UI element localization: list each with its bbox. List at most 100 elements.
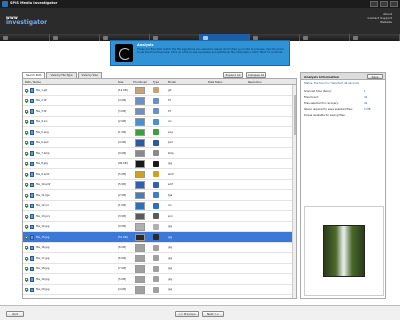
col-date[interactable]: Date Taken bbox=[208, 81, 222, 84]
file-size: [3 KB] bbox=[118, 109, 126, 113]
row-checkbox[interactable] bbox=[25, 204, 28, 207]
table-row[interactable]: file_11.tga [2 KB] tga bbox=[23, 190, 296, 201]
file-name: file_10.emf bbox=[36, 183, 51, 186]
app-icon bbox=[2, 1, 8, 7]
row-checkbox[interactable] bbox=[25, 256, 28, 260]
row-checkbox[interactable] bbox=[25, 193, 28, 197]
file-type-icon bbox=[153, 265, 159, 272]
file-type-icon bbox=[153, 286, 159, 293]
step-icon bbox=[103, 35, 108, 40]
table-row[interactable]: file_15.jpg [51 KB] jpg bbox=[23, 232, 296, 243]
table-row[interactable]: file_7.bmp [9 KB] bmp bbox=[23, 148, 296, 159]
row-checkbox[interactable] bbox=[25, 214, 28, 218]
website-link[interactable]: Website bbox=[368, 20, 392, 24]
close-button[interactable] bbox=[390, 1, 398, 7]
file-type: gif bbox=[168, 88, 172, 92]
step-icon bbox=[153, 35, 158, 40]
file-icon bbox=[30, 214, 34, 219]
col-model[interactable]: Model bbox=[168, 81, 176, 84]
row-checkbox[interactable] bbox=[25, 183, 28, 186]
thumbnail bbox=[135, 149, 145, 157]
row-checkbox[interactable] bbox=[25, 120, 28, 123]
row-checkbox[interactable] bbox=[25, 162, 28, 165]
row-checkbox[interactable] bbox=[25, 225, 28, 228]
table-row[interactable]: file_1.gif [12 KB] gif bbox=[23, 85, 296, 96]
file-type: tif bbox=[168, 99, 171, 102]
table-row[interactable]: file_3.tif [3 KB] tif bbox=[23, 106, 296, 117]
row-checkbox[interactable] bbox=[25, 246, 28, 249]
col-type[interactable]: Type bbox=[153, 81, 159, 84]
table-row[interactable]: file_19.jpg [5 KB] jpg bbox=[23, 274, 296, 285]
row-checkbox[interactable] bbox=[25, 235, 28, 239]
table-row[interactable]: file_14.jpg [9 KB] jpg bbox=[23, 222, 296, 232]
row-checkbox[interactable] bbox=[25, 130, 28, 134]
file-type-icon bbox=[153, 255, 159, 261]
col-size[interactable]: Size bbox=[118, 81, 123, 84]
file-size: [5 KB] bbox=[118, 183, 126, 186]
table-row[interactable]: file_12.ico [1 KB] ico bbox=[23, 201, 296, 211]
file-name: file_17.jpg bbox=[36, 256, 50, 260]
col-name[interactable]: Path / Name bbox=[25, 81, 41, 84]
table-row[interactable]: file_13.pcx [3 KB] pcx bbox=[23, 211, 296, 222]
file-icon bbox=[30, 172, 34, 177]
step-8[interactable] bbox=[350, 34, 400, 41]
row-checkbox[interactable] bbox=[25, 172, 28, 176]
file-name: file_12.ico bbox=[36, 204, 50, 207]
table-row[interactable]: file_8.jpg [96 KB] jpg bbox=[23, 159, 296, 169]
row-checkbox[interactable] bbox=[25, 109, 28, 113]
step-1[interactable] bbox=[0, 34, 50, 41]
table-row[interactable]: file_20.jpg [4 KB] jpg bbox=[23, 285, 296, 295]
file-icon bbox=[30, 266, 34, 271]
file-name: file_15.jpg bbox=[36, 235, 50, 239]
file-type: jpg bbox=[168, 235, 173, 239]
thumbnail bbox=[135, 97, 145, 105]
file-name: file_7.bmp bbox=[36, 151, 50, 155]
row-checkbox[interactable] bbox=[25, 277, 28, 281]
table-row[interactable]: file_18.jpg [7 KB] jpg bbox=[23, 264, 296, 274]
maximize-button[interactable] bbox=[380, 1, 388, 7]
table-body: file_1.gif [12 KB] gif file_2.tif [4 KB] tif f… bbox=[23, 85, 296, 295]
file-icon bbox=[30, 256, 34, 261]
file-type-icon bbox=[153, 129, 159, 135]
table-row[interactable]: file_5.png [1 KB] png bbox=[23, 127, 296, 138]
table-row[interactable]: file_6.psd [4 KB] psd bbox=[23, 138, 296, 148]
file-size: [3 KB] bbox=[118, 214, 126, 218]
table-row[interactable]: file_9.wmf [5 KB] wmf bbox=[23, 169, 296, 180]
table-row[interactable]: file_17.jpg [6 KB] jpg bbox=[23, 253, 296, 264]
table-row[interactable]: file_10.emf [5 KB] emf bbox=[23, 180, 296, 190]
file-icon bbox=[30, 151, 34, 156]
file-icon bbox=[30, 98, 34, 103]
file-icon bbox=[30, 182, 34, 187]
row-checkbox[interactable] bbox=[25, 99, 28, 102]
col-thumbnail[interactable]: Thumbnail bbox=[133, 81, 147, 84]
file-size: [9 KB] bbox=[118, 151, 126, 155]
row-checkbox[interactable] bbox=[25, 88, 28, 92]
file-type: ico bbox=[168, 120, 172, 123]
next-button[interactable]: Next >> bbox=[202, 311, 224, 317]
app-header: www investigator About Contact Support W… bbox=[0, 8, 400, 34]
scroll-thumb[interactable] bbox=[293, 95, 296, 135]
previous-button[interactable]: << Previous bbox=[175, 311, 199, 317]
step-2[interactable] bbox=[50, 34, 100, 41]
file-type-icon bbox=[153, 171, 159, 177]
table-scrollbar[interactable] bbox=[292, 85, 296, 298]
thumbnail bbox=[135, 107, 145, 115]
row-checkbox[interactable] bbox=[25, 151, 28, 155]
thumbnail bbox=[135, 118, 145, 126]
quit-button[interactable]: Quit bbox=[6, 311, 24, 317]
file-name: file_2.tif bbox=[36, 99, 47, 102]
col-resolution[interactable]: Resolution bbox=[248, 81, 262, 84]
row-checkbox[interactable] bbox=[25, 267, 28, 270]
table-row[interactable]: file_16.jpg [8 KB] jpg bbox=[23, 243, 296, 253]
row-checkbox[interactable] bbox=[25, 141, 28, 144]
file-type: jpg bbox=[168, 225, 173, 228]
table-row[interactable]: file_2.tif [4 KB] tif bbox=[23, 96, 296, 106]
minimize-button[interactable] bbox=[370, 1, 378, 7]
table-row[interactable]: file_4.ico [2 KB] ico bbox=[23, 117, 296, 127]
thumbnail bbox=[135, 202, 145, 210]
step-7[interactable] bbox=[300, 34, 350, 41]
save-button[interactable]: Save bbox=[367, 73, 383, 79]
file-name: file_18.jpg bbox=[36, 267, 50, 270]
row-checkbox[interactable] bbox=[25, 288, 28, 291]
file-type-icon bbox=[153, 192, 159, 198]
